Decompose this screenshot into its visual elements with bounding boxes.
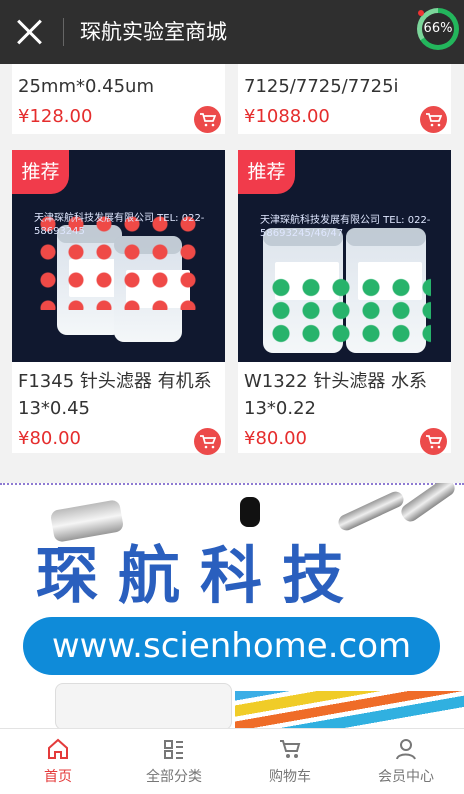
nav-categories[interactable]: 全部分类 xyxy=(116,729,232,794)
top-bar: 琛航实验室商城 66% xyxy=(0,0,464,64)
product-card-top-right[interactable]: 7125/7725/7725i ¥1088.00 xyxy=(238,64,451,134)
tubing-icon xyxy=(235,691,464,728)
cart-icon[interactable] xyxy=(194,106,221,133)
part-icon xyxy=(240,497,260,527)
product-image-red-filters: 天津琛航科技发展有限公司 TEL: 022-58693245 推荐 xyxy=(12,150,225,362)
nav-label: 首页 xyxy=(44,769,72,785)
product-name: 25mm*0.45um xyxy=(18,76,154,97)
website-url: www.scienhome.com xyxy=(23,617,440,675)
image-watermark: 天津琛航科技发展有限公司 TEL: 022-58693245/46/47 xyxy=(260,215,431,239)
product-card-top-left[interactable]: 25mm*0.45um ¥128.00 xyxy=(12,64,225,134)
cart-icon[interactable] xyxy=(420,106,447,133)
product-name: W1322 针头滤器 水系 xyxy=(244,371,428,392)
product-price: ¥128.00 xyxy=(18,106,93,127)
cart-icon[interactable] xyxy=(420,428,447,455)
promo-banner[interactable]: 琛航科技 www.scienhome.com xyxy=(0,483,464,728)
brand-slogan: 琛航科技 xyxy=(36,539,365,612)
recommended-badge: 推荐 xyxy=(238,150,295,194)
nav-label: 购物车 xyxy=(269,769,311,785)
green-filter-pattern xyxy=(266,276,431,346)
product-name: F1345 针头滤器 有机系 xyxy=(18,371,212,392)
nav-home[interactable]: 首页 xyxy=(0,729,116,794)
cart-icon xyxy=(280,740,301,758)
product-spec: 13*0.22 xyxy=(244,398,316,419)
product-spec: 13*0.45 xyxy=(18,398,90,419)
product-name: 7125/7725/7725i xyxy=(244,76,399,97)
header-divider xyxy=(63,18,64,46)
notification-dot xyxy=(418,10,424,16)
nav-label: 会员中心 xyxy=(378,769,434,785)
cart-icon[interactable] xyxy=(194,428,221,455)
progress-text: 66% xyxy=(422,13,454,45)
nav-cart[interactable]: 购物车 xyxy=(232,729,348,794)
product-image-green-filters: 天津琛航科技发展有限公司 TEL: 022-58693245/46/47 推荐 xyxy=(238,150,451,362)
close-icon[interactable] xyxy=(16,18,44,46)
image-watermark: 天津琛航科技发展有限公司 TEL: 022-58693245 xyxy=(34,213,205,237)
nav-member-center[interactable]: 会员中心 xyxy=(348,729,464,794)
product-price: ¥80.00 xyxy=(18,428,81,449)
nav-label: 全部分类 xyxy=(146,769,202,785)
bottom-navigation: 首页 全部分类 购物车 会员中心 xyxy=(0,728,464,794)
home-icon xyxy=(48,738,68,759)
recommended-badge: 推荐 xyxy=(12,150,69,194)
category-icon xyxy=(164,740,183,759)
product-card-w1322[interactable]: 天津琛航科技发展有限公司 TEL: 022-58693245/46/47 推荐 … xyxy=(238,150,451,455)
product-box-icon xyxy=(55,683,232,728)
product-price: ¥1088.00 xyxy=(244,106,330,127)
product-card-f1345[interactable]: 天津琛航科技发展有限公司 TEL: 022-58693245 推荐 F1345 … xyxy=(12,150,225,455)
banner-divider xyxy=(0,483,464,487)
page-title: 琛航实验室商城 xyxy=(80,20,227,44)
needle-icon xyxy=(398,483,458,525)
user-icon xyxy=(396,739,416,760)
product-content: 25mm*0.45um ¥128.00 7125/7725/7725i ¥108… xyxy=(0,64,464,728)
product-price: ¥80.00 xyxy=(244,428,307,449)
